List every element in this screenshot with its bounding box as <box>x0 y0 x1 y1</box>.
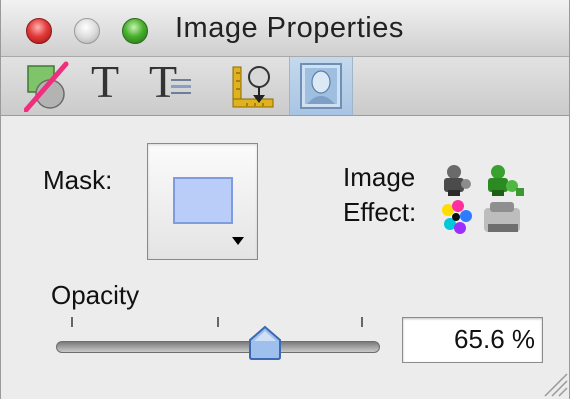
zoom-button[interactable] <box>122 18 148 44</box>
tool-metrics[interactable] <box>223 57 285 115</box>
opacity-value-field[interactable]: 65.6 % <box>402 317 543 363</box>
dropdown-arrow-icon <box>232 237 244 245</box>
no-fill-icon <box>24 61 69 112</box>
text-wrap-lines-icon <box>171 79 191 94</box>
slider-tick-max <box>361 317 363 327</box>
slider-tick-mid <box>217 317 219 327</box>
image-effect-label-line1: Image <box>343 162 416 192</box>
minimize-button[interactable] <box>74 18 100 44</box>
mask-shape-swatch <box>173 177 233 224</box>
title-bar: Image Properties <box>1 0 569 57</box>
image-portrait-icon <box>300 63 342 109</box>
color-invert-effect-icon[interactable] <box>438 198 530 236</box>
resize-grip-icon[interactable] <box>539 368 569 398</box>
opacity-slider-track[interactable] <box>56 341 380 353</box>
tool-text-wrap[interactable]: T <box>139 57 201 115</box>
mask-label: Mask: <box>43 165 113 195</box>
image-effect-label-line2: Effect: <box>343 197 417 227</box>
tool-text[interactable]: T <box>79 57 141 115</box>
opacity-slider-thumb[interactable] <box>246 324 284 362</box>
tool-fill-stroke[interactable] <box>18 57 80 115</box>
slider-tick-min <box>71 317 73 327</box>
text-T-icon: T <box>91 56 120 107</box>
image-properties-window: Image Properties T T Mask: Image Effect:… <box>0 0 570 399</box>
window-title: Image Properties <box>175 12 404 44</box>
tool-image[interactable] <box>289 57 353 115</box>
close-button[interactable] <box>26 18 52 44</box>
opacity-label: Opacity <box>51 280 140 310</box>
inspector-toolbar: T T <box>1 57 569 116</box>
grayscale-effect-icon[interactable] <box>438 160 530 198</box>
mask-shape-popup[interactable] <box>147 143 258 260</box>
metrics-ruler-icon <box>232 66 274 108</box>
